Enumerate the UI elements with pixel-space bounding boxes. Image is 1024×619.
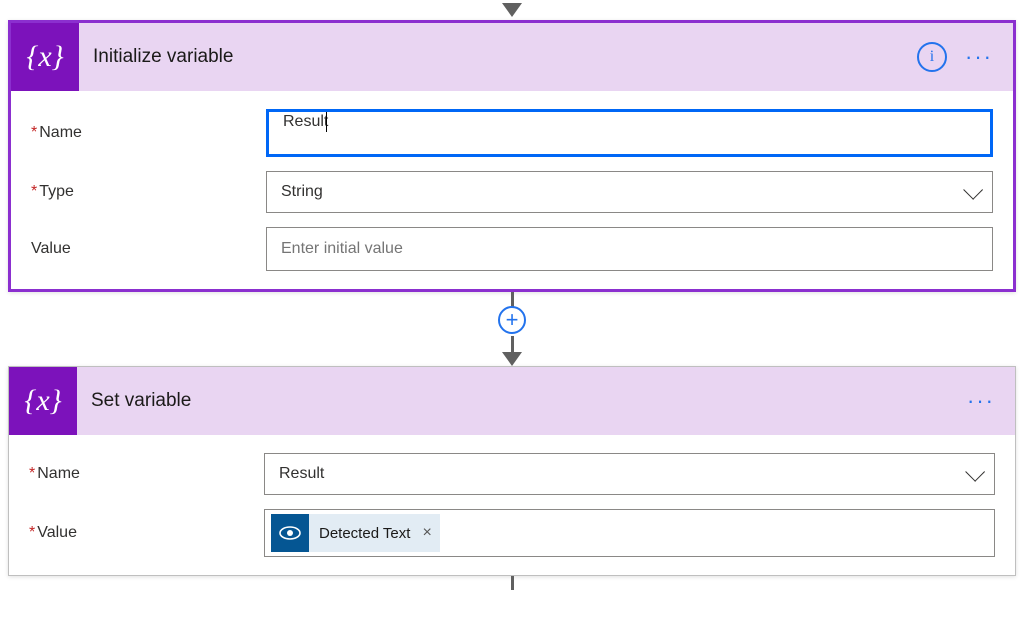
field-label-name: *Name bbox=[29, 465, 264, 483]
variable-icon-glyph: {x} bbox=[24, 384, 61, 418]
value-token-input[interactable]: Detected Text × bbox=[264, 509, 995, 557]
card-title: Set variable bbox=[91, 390, 949, 412]
field-row-type: *Type String bbox=[31, 171, 993, 213]
type-select-value: String bbox=[281, 183, 323, 201]
arrow-head-icon bbox=[502, 352, 522, 366]
token-remove-button[interactable]: × bbox=[420, 524, 439, 542]
label-text: Value bbox=[37, 524, 77, 541]
field-row-value: *Value Detected Text × bbox=[29, 509, 995, 557]
field-label-type: *Type bbox=[31, 183, 266, 201]
info-icon[interactable]: i bbox=[917, 42, 947, 72]
field-label-value: Value bbox=[31, 240, 266, 258]
variable-icon-glyph: {x} bbox=[26, 40, 63, 74]
value-input[interactable] bbox=[266, 227, 993, 271]
label-text: Type bbox=[39, 183, 74, 200]
label-text: Name bbox=[39, 124, 82, 141]
chevron-down-icon bbox=[965, 462, 985, 482]
name-select-value: Result bbox=[279, 465, 324, 483]
field-row-name: *Name Result bbox=[31, 109, 993, 157]
flow-arrow-in bbox=[8, 0, 1016, 20]
arrow-stem bbox=[511, 576, 514, 590]
card-body: *Name Result *Value bbox=[9, 435, 1015, 575]
eye-icon-svg bbox=[279, 526, 301, 540]
add-step-button[interactable]: + bbox=[498, 306, 526, 334]
required-asterisk: * bbox=[31, 124, 37, 141]
card-header[interactable]: {x} Set variable ··· bbox=[9, 367, 1015, 435]
eye-icon bbox=[271, 514, 309, 552]
field-control-value bbox=[266, 227, 993, 271]
action-card-set-variable[interactable]: {x} Set variable ··· *Name Result *Value bbox=[8, 366, 1016, 576]
field-label-name: *Name bbox=[31, 124, 266, 142]
flow-connector: + bbox=[8, 292, 1016, 366]
field-row-name: *Name Result bbox=[29, 453, 995, 495]
text-cursor bbox=[326, 112, 327, 132]
plus-icon: + bbox=[506, 309, 519, 331]
arrow-stem bbox=[511, 336, 514, 352]
required-asterisk: * bbox=[29, 465, 35, 482]
field-row-value: Value bbox=[31, 227, 993, 271]
chevron-down-icon bbox=[963, 180, 983, 200]
action-card-initialize-variable[interactable]: {x} Initialize variable i ··· *Name Resu… bbox=[8, 20, 1016, 292]
field-control-name: Result bbox=[266, 109, 993, 157]
label-text: Name bbox=[37, 465, 80, 482]
more-icon[interactable]: ··· bbox=[961, 46, 997, 68]
info-glyph: i bbox=[930, 48, 934, 66]
card-title: Initialize variable bbox=[93, 46, 903, 68]
name-select[interactable]: Result bbox=[264, 453, 995, 495]
arrow-head-icon bbox=[502, 3, 522, 17]
variable-icon: {x} bbox=[11, 23, 79, 91]
required-asterisk: * bbox=[31, 183, 37, 200]
flow-arrow-out bbox=[8, 576, 1016, 590]
field-control-value: Detected Text × bbox=[264, 509, 995, 557]
card-header[interactable]: {x} Initialize variable i ··· bbox=[11, 23, 1013, 91]
required-asterisk: * bbox=[29, 524, 35, 541]
field-label-value: *Value bbox=[29, 524, 264, 542]
card-body: *Name Result *Type String Value bbox=[11, 91, 1013, 289]
name-input-value: Result bbox=[283, 113, 328, 130]
token-label: Detected Text bbox=[309, 525, 420, 542]
dynamic-content-token[interactable]: Detected Text × bbox=[271, 514, 440, 552]
variable-icon: {x} bbox=[9, 367, 77, 435]
label-text: Value bbox=[31, 240, 71, 257]
more-icon[interactable]: ··· bbox=[963, 390, 999, 412]
type-select[interactable]: String bbox=[266, 171, 993, 213]
field-control-name: Result bbox=[264, 453, 995, 495]
name-input[interactable]: Result bbox=[266, 109, 993, 157]
field-control-type: String bbox=[266, 171, 993, 213]
